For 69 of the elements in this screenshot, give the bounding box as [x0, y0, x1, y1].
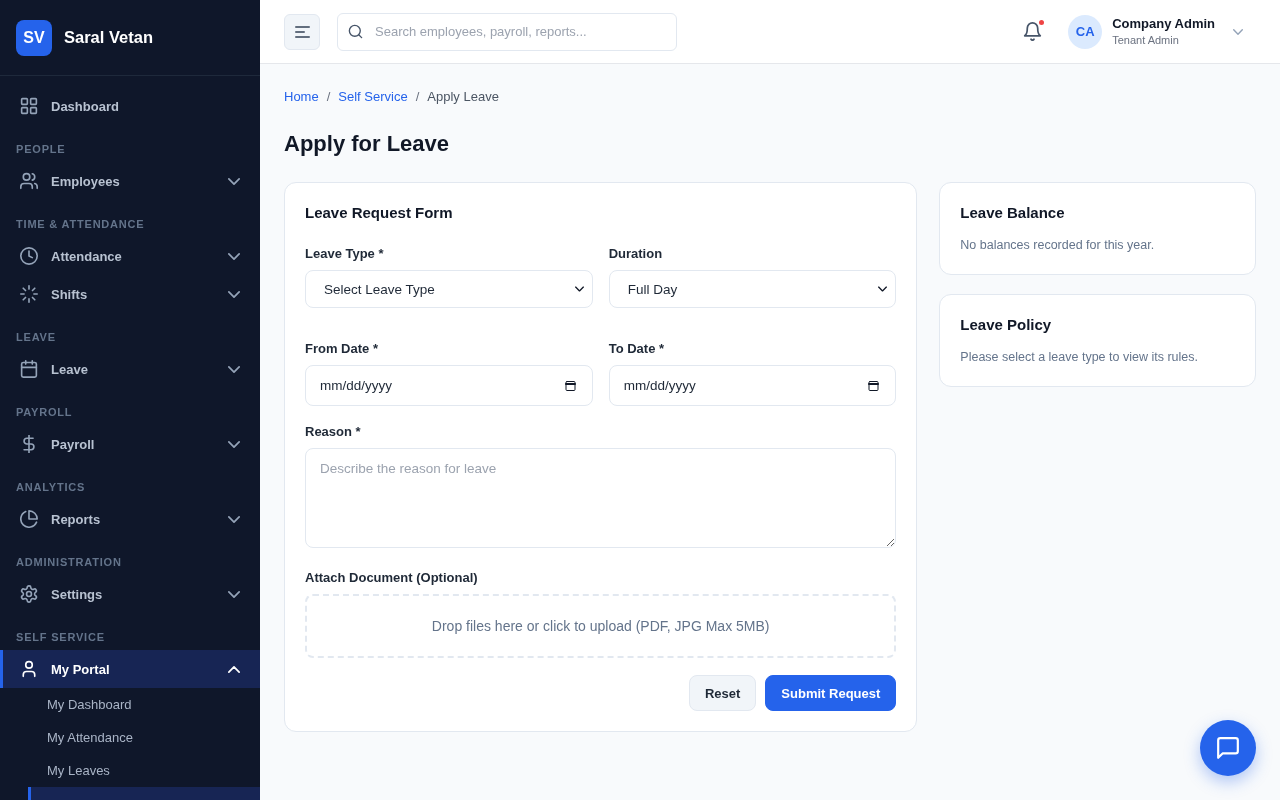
card-title: Leave Policy	[960, 315, 1053, 335]
user-name: Company Admin	[1112, 16, 1215, 31]
nav-item[interactable]: Attendance	[0, 237, 260, 275]
search-field[interactable]: Search employees, payroll, reports...	[337, 12, 677, 51]
upload-dropzone[interactable]: Drop files here or click to upload (PDF, JPG Max 5MB)	[305, 594, 897, 658]
sub-nav-item[interactable]: My Attendance	[28, 721, 260, 754]
menu-toggle-button[interactable]	[284, 13, 320, 50]
form-title: Leave Request Form	[305, 203, 454, 223]
field-label: Reason *	[305, 424, 362, 440]
submit-button[interactable]: Submit Request	[765, 675, 897, 711]
nav-item[interactable]: Dashboard	[0, 87, 260, 125]
nav-item[interactable]: Employees	[0, 162, 260, 200]
user-avatar[interactable]: CA	[1068, 14, 1103, 49]
sub-nav-item[interactable]: My Dashboard	[28, 688, 260, 721]
section-heading: SELF SERVICE	[15, 630, 106, 645]
nav-item[interactable]: Settings	[0, 575, 260, 613]
search-icon	[348, 23, 363, 39]
settings-icon	[20, 585, 38, 603]
chevron-down-icon	[574, 286, 584, 292]
field-label: To Date *	[608, 341, 666, 357]
section-heading: ADMINISTRATION	[15, 555, 123, 570]
date-field[interactable]: mm/dd/yyyy	[305, 365, 593, 406]
section-heading: PAYROLL	[15, 405, 74, 420]
nav-item[interactable]: My Portal	[0, 650, 260, 688]
card-text: No balances recorded for this year.	[960, 237, 1156, 254]
field-label: From Date *	[305, 341, 379, 357]
nav-item[interactable]: Payroll	[0, 425, 260, 463]
chat-icon	[1216, 736, 1240, 760]
section-heading: LEAVE	[15, 330, 57, 345]
loader-icon	[20, 285, 38, 303]
pie-chart-icon	[20, 510, 38, 528]
field-label: Leave Type *	[305, 246, 385, 262]
chevron-down-icon	[878, 286, 888, 292]
nav-item[interactable]: Leave	[0, 350, 260, 388]
section-heading: ANALYTICS	[15, 480, 87, 495]
reset-button[interactable]: Reset	[688, 675, 757, 711]
breadcrumb-separator: /	[326, 88, 331, 106]
card-title: Leave Balance	[960, 203, 1066, 223]
textarea-field[interactable]: Describe the reason for leave	[305, 448, 897, 548]
page-title: Apply for Leave	[284, 130, 451, 158]
section-heading: TIME & ATTENDANCE	[15, 217, 146, 232]
dropdown-field[interactable]: Full Day	[608, 270, 897, 308]
calendar-icon	[868, 380, 880, 391]
nav-item[interactable]: Shifts	[0, 275, 260, 313]
field-label: Duration	[608, 246, 664, 262]
dollar-icon	[20, 435, 38, 453]
dropdown-field[interactable]: Select Leave Type	[305, 270, 593, 308]
breadcrumb-separator: /	[415, 88, 420, 106]
section-heading: PEOPLE	[15, 142, 67, 157]
chevron-down-icon[interactable]	[1233, 28, 1243, 35]
nav-item[interactable]: Reports	[0, 500, 260, 538]
menu-icon	[294, 25, 310, 38]
user-role: Tenant Admin	[1112, 34, 1180, 47]
calendar-icon	[20, 360, 38, 378]
sub-nav-item[interactable]: My Leaves	[28, 754, 260, 787]
clock-icon	[20, 247, 38, 265]
card-text: Please select a leave type to view its rules.	[960, 349, 1199, 366]
grid-icon	[20, 97, 38, 115]
users-icon	[20, 172, 38, 190]
bell-icon[interactable]	[1023, 22, 1043, 41]
date-field[interactable]: mm/dd/yyyy	[608, 365, 897, 406]
logo-mark: SV	[16, 19, 52, 56]
app-name: Saral Vetan	[64, 28, 153, 47]
breadcrumb-link[interactable]: Self Service	[338, 88, 408, 106]
breadcrumb-current: Apply Leave	[427, 88, 499, 106]
field-label: Attach Document (Optional)	[305, 570, 479, 586]
user-icon	[20, 660, 38, 678]
breadcrumb-link[interactable]: Home	[284, 88, 319, 106]
calendar-icon	[564, 380, 576, 391]
